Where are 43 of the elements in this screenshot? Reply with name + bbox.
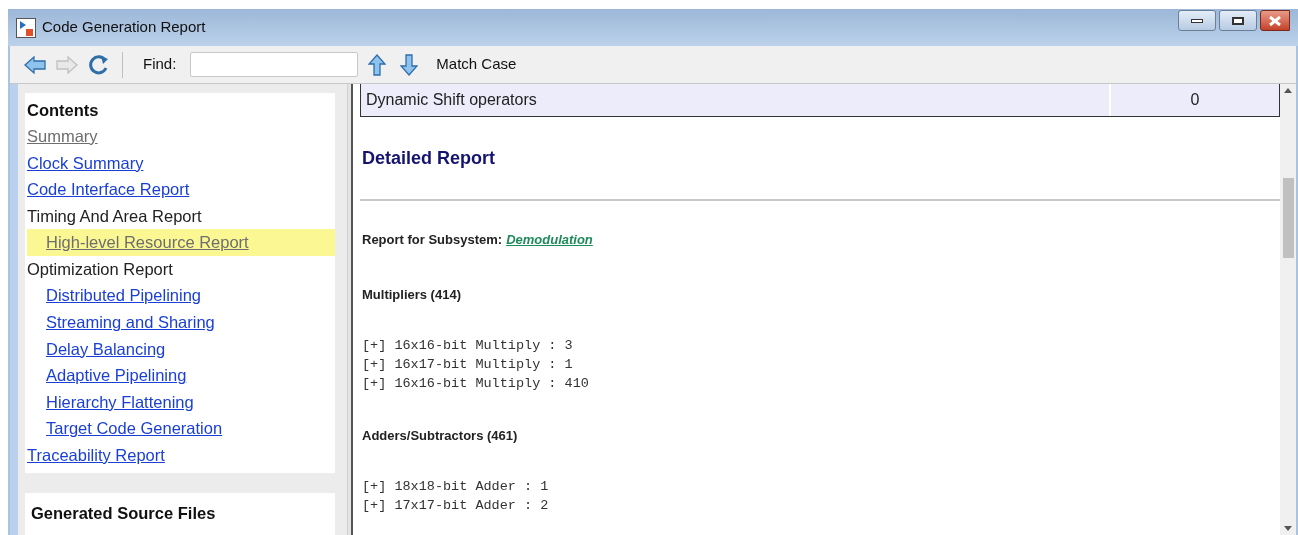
minimize-button[interactable] <box>1178 10 1216 31</box>
window-title: Code Generation Report <box>42 17 206 38</box>
section-title: Adders/Subtractors (461) <box>362 427 518 443</box>
contents-heading: Timing And Area Report <box>27 205 202 227</box>
up-arrow-icon[interactable] <box>368 53 387 76</box>
scroll-down-icon[interactable] <box>1284 526 1292 531</box>
contents-link[interactable]: Summary <box>27 123 98 149</box>
find-label: Find: <box>143 54 177 75</box>
resource-line[interactable]: [+] 16x17-bit Multiply : 1 <box>362 356 573 372</box>
refresh-icon[interactable] <box>88 53 110 76</box>
contents-link[interactable]: Clock Summary <box>27 150 144 176</box>
files-title: Generated Source Files <box>31 503 216 522</box>
resource-line[interactable]: [+] 17x17-bit Adder : 2 <box>362 497 549 513</box>
contents-link[interactable]: Code Interface Report <box>27 177 190 202</box>
section-heading: Detailed Report <box>362 146 496 170</box>
back-arrow-icon[interactable] <box>24 55 46 74</box>
down-arrow-icon[interactable] <box>400 53 419 76</box>
app-icon <box>16 17 36 38</box>
subsystem-link[interactable]: Demodulation <box>506 230 593 250</box>
contents-title: Contents <box>27 99 99 121</box>
contents-link[interactable]: Distributed Pipelining <box>42 283 201 309</box>
find-field[interactable] <box>190 52 359 77</box>
table-cell-text: 0 <box>1189 90 1201 110</box>
contents-link[interactable]: Adaptive Pipelining <box>42 363 187 388</box>
scroll-up-icon[interactable] <box>1284 88 1292 93</box>
contents-link[interactable]: Traceability Report <box>27 443 165 468</box>
maximize-button[interactable] <box>1219 10 1257 31</box>
resource-line[interactable]: [+] 18x18-bit Adder : 1 <box>362 478 549 494</box>
contents-link[interactable]: Streaming and Sharing <box>42 310 215 335</box>
match-case-button[interactable]: Match Case <box>436 53 517 76</box>
close-icon <box>1269 15 1281 26</box>
contents-link[interactable]: Target Code Generation <box>42 416 223 442</box>
contents-link[interactable]: High-level Resource Report <box>42 230 249 256</box>
resource-line[interactable]: [+] 16x16-bit Multiply : 410 <box>362 375 589 391</box>
close-button[interactable] <box>1260 10 1290 31</box>
contents-heading: Optimization Report <box>27 258 173 280</box>
contents-link[interactable]: Hierarchy Flattening <box>42 389 194 415</box>
subsystem-label: Report for Subsystem: <box>362 231 503 249</box>
section-title: Multipliers (414) <box>362 286 461 302</box>
resource-line[interactable]: [+] 16x16-bit Multiply : 3 <box>362 337 573 353</box>
contents-link[interactable]: Delay Balancing <box>42 336 166 362</box>
scroll-thumb[interactable] <box>1282 178 1294 258</box>
table-cell: Dynamic Shift operators <box>361 84 1111 116</box>
